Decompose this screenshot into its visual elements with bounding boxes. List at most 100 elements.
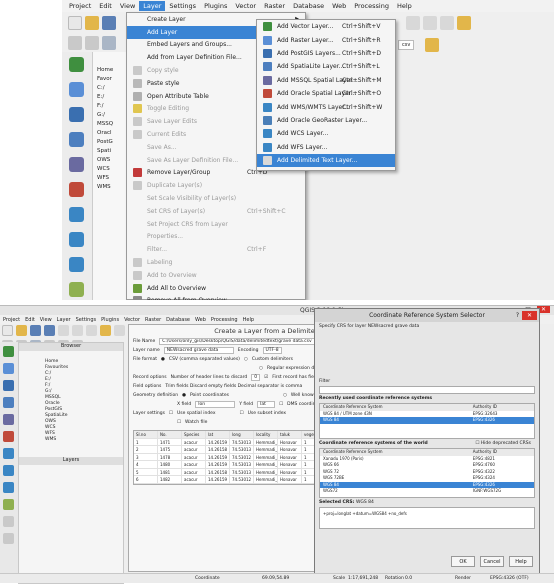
submenu-item-add-spatialite-layer[interactable]: Add SpatiaLite Layer... Ctrl+Shift+L <box>257 60 395 73</box>
pen-icon[interactable] <box>68 36 82 50</box>
identify-icon[interactable] <box>406 16 420 30</box>
crs-row[interactable]: WGS 84 EPSG:4326 <box>320 417 534 424</box>
add-csv-icon[interactable] <box>3 499 14 510</box>
spatialite-icon[interactable] <box>69 132 84 147</box>
scale-value[interactable]: 1:17,691,248 <box>348 576 378 581</box>
new-project-icon[interactable] <box>68 16 82 30</box>
tree-item[interactable]: PostG <box>93 138 130 147</box>
menu-processing[interactable]: Processing <box>211 317 238 323</box>
postgis-icon[interactable] <box>69 107 84 122</box>
menu-project[interactable]: Project <box>3 317 20 323</box>
menu-item-set-scale-visibility-of-layer-s[interactable]: Set Scale Visibility of Layer(s) <box>127 192 305 205</box>
menu-item-remove-all-from-overview[interactable]: Remove All from Overview <box>127 295 305 300</box>
submenu-item-add-oracle-georaster-layer[interactable]: Add Oracle GeoRaster Layer... <box>257 114 395 127</box>
menu-web[interactable]: Web <box>328 1 350 11</box>
submenu-item-add-wfs-layer[interactable]: Add WFS Layer... <box>257 141 395 154</box>
watch-file-checkbox[interactable]: ☐ <box>177 420 181 425</box>
tree-item[interactable]: G:/ <box>93 111 130 120</box>
vector-layer-icon[interactable] <box>3 346 14 357</box>
submenu-item-add-wcs-layer[interactable]: Add WCS Layer... <box>257 127 395 140</box>
menu-view[interactable]: View <box>116 1 139 11</box>
submenu-item-add-postgis-layers[interactable]: Add PostGIS Layers... Ctrl+Shift+D <box>257 47 395 60</box>
menu-settings[interactable]: Settings <box>76 317 97 323</box>
tree-item[interactable]: WFS <box>93 174 130 183</box>
wms-icon[interactable] <box>3 448 14 459</box>
postgis-icon[interactable] <box>3 380 14 391</box>
tree-item[interactable]: Oracl <box>93 129 130 138</box>
submenu-item-add-mssql-spatial-layer[interactable]: Add MSSQL Spatial Layer... Ctrl+Shift+M <box>257 74 395 87</box>
menu-edit[interactable]: Edit <box>95 1 116 11</box>
wms-icon[interactable] <box>69 207 84 222</box>
menu-item-labeling[interactable]: Labeling <box>127 256 305 269</box>
crs-row[interactable]: WGS72 IGNF:WGS72G <box>320 488 534 495</box>
submenu-item-add-oracle-spatial-layer[interactable]: Add Oracle Spatial Layer... Ctrl+Shift+O <box>257 87 395 100</box>
crs-filter-input[interactable] <box>319 386 535 394</box>
new-shapefile-icon[interactable] <box>3 516 14 527</box>
pencil-icon[interactable] <box>85 36 99 50</box>
help-button[interactable]: Help <box>509 556 533 567</box>
menu-item-add-all-to-overview[interactable]: Add All to Overview <box>127 282 305 295</box>
oracle-icon[interactable] <box>69 182 84 197</box>
menu-help[interactable]: Help <box>243 317 254 323</box>
menu-processing[interactable]: Processing <box>350 1 393 11</box>
wfs-icon[interactable] <box>69 257 84 272</box>
header-lines-spinbox[interactable]: 0 <box>251 374 261 381</box>
raster-layer-icon[interactable] <box>3 363 14 374</box>
x-field-select[interactable]: lon <box>195 401 236 408</box>
menu-item-set-crs-of-layer-s[interactable]: Set CRS of Layer(s) Ctrl+Shift+C <box>127 205 305 218</box>
zoom-in-icon[interactable] <box>114 325 125 336</box>
open-folder-icon[interactable] <box>16 325 27 336</box>
dms-checkbox[interactable]: ☐ <box>279 402 283 407</box>
tree-item[interactable]: OWS <box>93 156 130 165</box>
tree-item[interactable]: Spati <box>93 147 130 156</box>
menu-vector[interactable]: Vector <box>231 1 260 11</box>
radio-csv[interactable]: ● <box>161 357 165 362</box>
table-icon[interactable] <box>457 16 471 30</box>
save-icon[interactable] <box>30 325 41 336</box>
coordinate-value[interactable]: 69.09,54.89 <box>262 576 289 581</box>
submenu-item-add-vector-layer[interactable]: Add Vector Layer... Ctrl+Shift+V <box>257 20 395 33</box>
menu-view[interactable]: View <box>40 317 52 323</box>
tree-item[interactable]: Home <box>93 66 130 75</box>
new-project-icon[interactable] <box>2 325 13 336</box>
menu-database[interactable]: Database <box>166 317 190 323</box>
menu-plugins[interactable]: Plugins <box>101 317 119 323</box>
select-icon[interactable] <box>440 16 454 30</box>
layer-name-input[interactable]: NEWsacred grave data <box>163 347 234 354</box>
menu-raster[interactable]: Raster <box>145 317 161 323</box>
menu-item-duplicate-layer-s[interactable]: Duplicate Layer(s) <box>127 179 305 192</box>
open-folder-icon[interactable] <box>85 16 99 30</box>
menu-settings[interactable]: Settings <box>165 1 200 11</box>
close-icon[interactable]: ✕ <box>522 311 537 320</box>
menu-item-add-to-overview[interactable]: Add to Overview <box>127 269 305 282</box>
print-icon[interactable] <box>58 325 69 336</box>
submenu-item-add-wms-wmts-layer[interactable]: Add WMS/WMTS Layer... Ctrl+Shift+W <box>257 100 395 113</box>
field-options-text[interactable]: Trim fields Discard empty fields Decimal… <box>165 384 302 389</box>
add-csv-icon[interactable] <box>69 282 84 297</box>
radio-regex[interactable]: ○ <box>259 366 263 371</box>
menu-edit[interactable]: Edit <box>25 317 35 323</box>
menu-raster[interactable]: Raster <box>260 1 289 11</box>
tree-item[interactable]: F:/ <box>93 102 130 111</box>
submenu-item-add-delimited-text-layer[interactable]: Add Delimited Text Layer... <box>257 153 395 168</box>
tree-item[interactable]: WMS <box>93 183 130 192</box>
radio-wkt[interactable]: ○ <box>283 393 287 398</box>
composer-icon[interactable] <box>72 325 83 336</box>
wcs-icon[interactable] <box>69 232 84 247</box>
wcs-icon[interactable] <box>3 465 14 476</box>
hide-deprecated-checkbox[interactable]: ☐ Hide deprecated CRSs <box>475 441 531 446</box>
menu-plugins[interactable]: Plugins <box>200 1 231 11</box>
first-record-checkbox[interactable]: ☑ <box>264 375 268 380</box>
render-label[interactable]: Render <box>455 576 471 581</box>
tree-item[interactable]: C:/ <box>93 84 130 93</box>
tree-item[interactable]: WMS <box>19 437 123 443</box>
vector-layer-icon[interactable] <box>69 57 84 72</box>
menu-layer[interactable]: Layer <box>139 1 166 11</box>
zoom-icon[interactable] <box>423 16 437 30</box>
radio-custom[interactable]: ○ <box>244 357 248 362</box>
mssql-icon[interactable] <box>3 414 14 425</box>
oracle-icon[interactable] <box>3 431 14 442</box>
rotation-value[interactable]: 0.0 <box>405 576 412 581</box>
epsg-label[interactable]: EPSG:4326 (OTF) <box>490 576 529 581</box>
menu-layer[interactable]: Layer <box>57 317 71 323</box>
